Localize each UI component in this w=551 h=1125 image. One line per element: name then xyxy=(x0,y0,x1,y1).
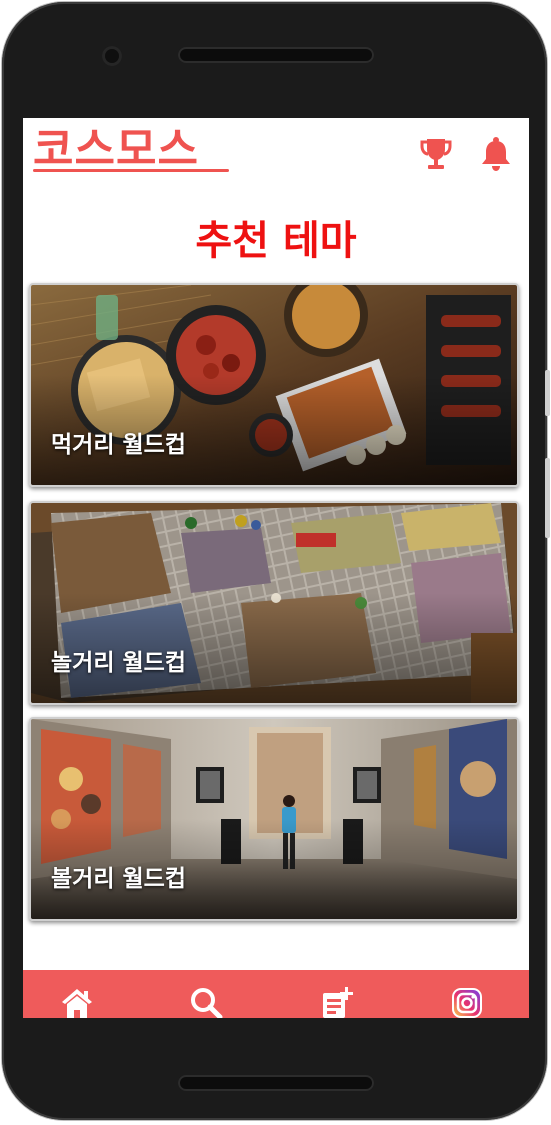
bottom-nav xyxy=(23,970,529,1018)
theme-card-play[interactable]: 놀거리 월드컵 xyxy=(29,501,519,705)
theme-card-food[interactable]: 먹거리 월드컵 xyxy=(29,283,519,487)
home-icon[interactable] xyxy=(60,986,94,1018)
volume-button xyxy=(545,458,550,538)
top-app-bar: 코스모스 xyxy=(23,118,529,184)
instagram-icon[interactable] xyxy=(450,986,484,1018)
card-label: 놀거리 월드컵 xyxy=(51,650,186,676)
add-post-icon[interactable] xyxy=(320,986,354,1018)
trophy-icon[interactable] xyxy=(419,136,453,172)
search-icon[interactable] xyxy=(189,986,223,1018)
phone-frame: 코스모스 추천 테마 먹거리 월드컵 놀거리 월드컵 볼거리 월드컵 xyxy=(2,2,550,1120)
section-title: 추천 테마 xyxy=(195,218,357,264)
app-screen: 코스모스 추천 테마 먹거리 월드컵 놀거리 월드컵 볼거리 월드컵 xyxy=(23,118,529,1018)
logo-underline xyxy=(33,169,229,172)
top-speaker xyxy=(178,47,374,63)
bottom-speaker xyxy=(178,1075,374,1091)
power-button xyxy=(545,370,550,416)
theme-card-see[interactable]: 볼거리 월드컵 xyxy=(29,717,519,921)
card-label: 볼거리 월드컵 xyxy=(51,866,186,892)
front-camera xyxy=(102,46,122,66)
bell-icon[interactable] xyxy=(479,136,513,172)
card-label: 먹거리 월드컵 xyxy=(51,432,186,458)
